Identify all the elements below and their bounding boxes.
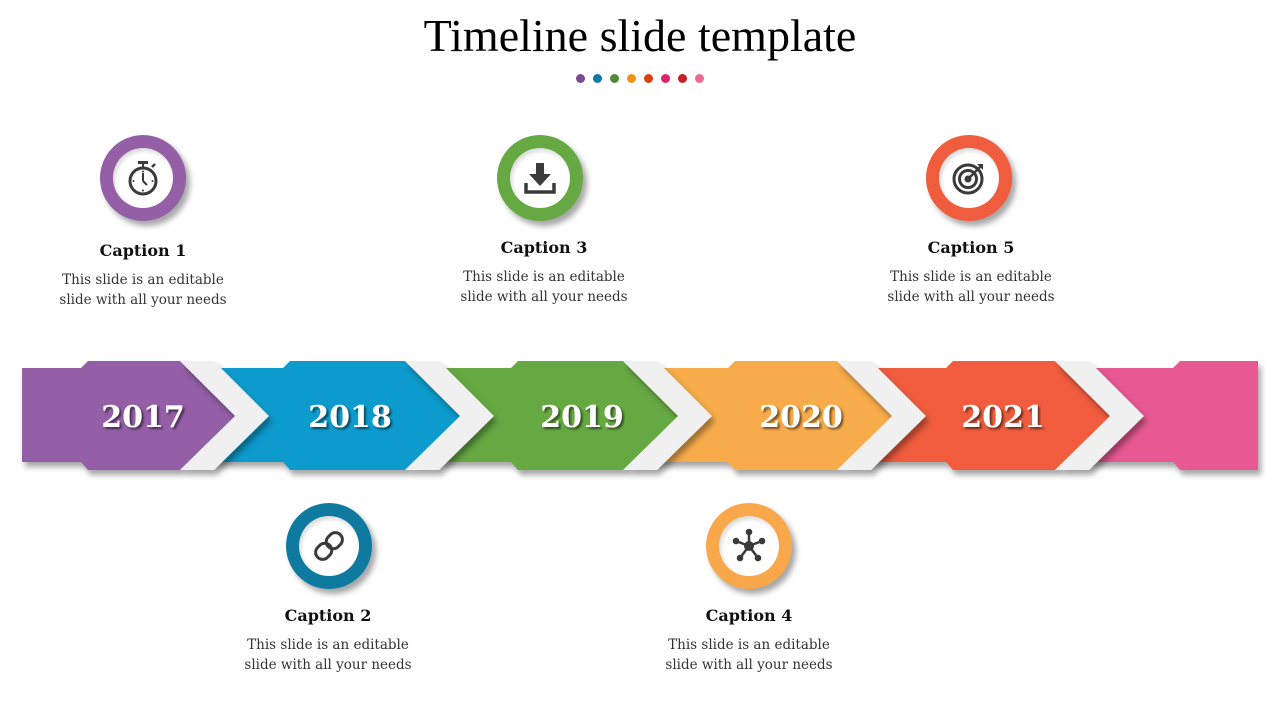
caption-text: This slide is an editable slide with all… [244, 637, 412, 673]
caption-3: Caption 3 This slide is an editable slid… [434, 237, 654, 307]
caption-5-badge [926, 135, 1012, 221]
year-label: 2017 [101, 400, 185, 435]
caption-2-badge [286, 503, 372, 589]
caption-text: This slide is an editable slide with all… [887, 269, 1055, 305]
year-label: 2018 [308, 400, 392, 435]
caption-1-badge [100, 135, 186, 221]
caption-title: Caption 3 [500, 238, 588, 257]
caption-title: Caption 5 [927, 238, 1015, 257]
year-label: 2019 [540, 400, 624, 435]
caption-1: Caption 1 This slide is an editable slid… [33, 240, 253, 310]
year-label: 2021 [961, 400, 1045, 435]
caption-title: Caption 2 [284, 606, 372, 625]
caption-text: This slide is an editable slide with all… [460, 269, 628, 305]
caption-title: Caption 4 [705, 606, 793, 625]
download-icon [524, 163, 556, 194]
year-label: 2020 [759, 400, 843, 435]
network-icon [732, 528, 766, 562]
link-icon [314, 531, 344, 561]
caption-text: This slide is an editable slide with all… [665, 637, 833, 673]
caption-3-badge [497, 135, 583, 221]
target-icon [952, 163, 984, 195]
caption-title: Caption 1 [99, 241, 187, 260]
caption-5: Caption 5 This slide is an editable slid… [861, 237, 1081, 307]
caption-text: This slide is an editable slide with all… [59, 272, 227, 308]
caption-4: Caption 4 This slide is an editable slid… [639, 605, 859, 675]
stopwatch-icon [128, 161, 158, 196]
caption-2: Caption 2 This slide is an editable slid… [218, 605, 438, 675]
caption-4-badge [706, 503, 792, 589]
